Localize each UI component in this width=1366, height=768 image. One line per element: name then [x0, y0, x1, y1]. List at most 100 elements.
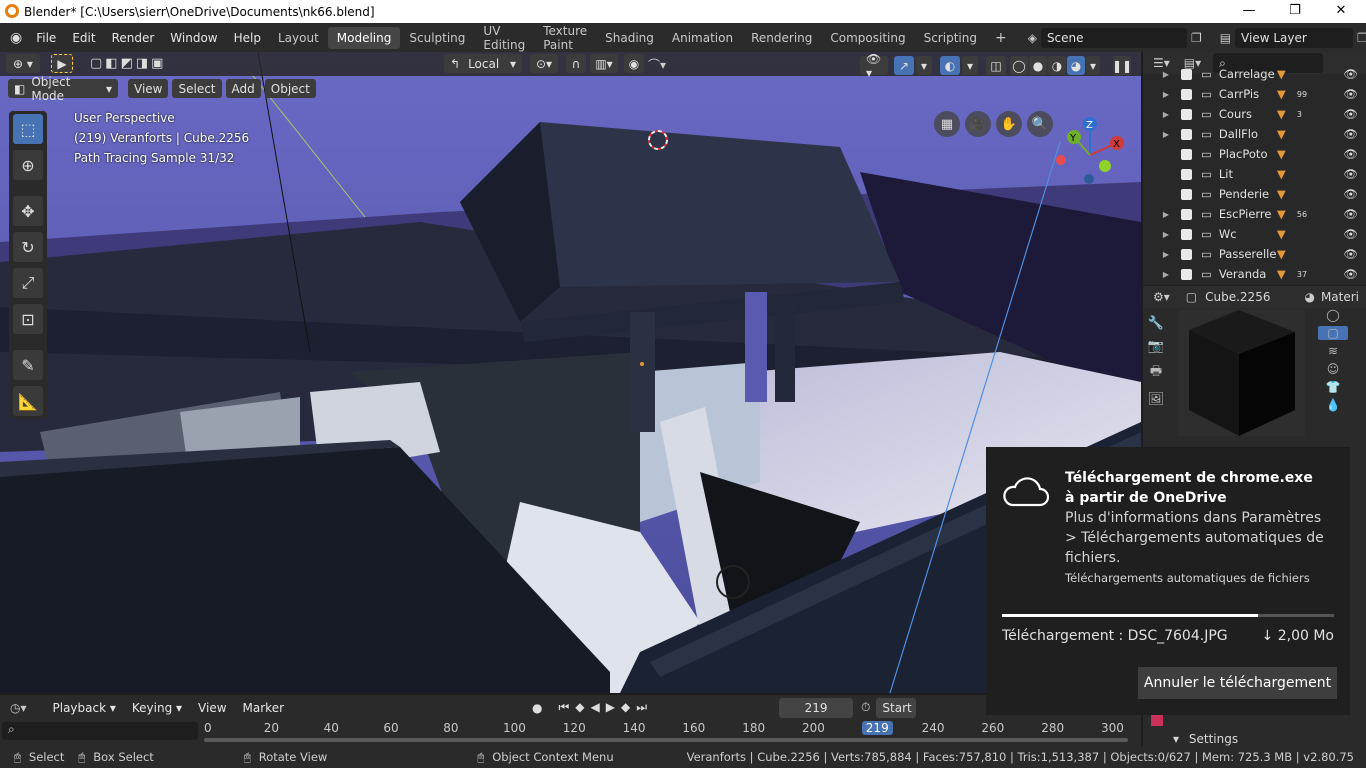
visibility-eye-icon[interactable]: 👁	[1343, 207, 1358, 221]
keying-menu[interactable]: Keying ▾	[124, 701, 190, 715]
output-tab-icon[interactable]: 🖶	[1150, 362, 1162, 384]
object-menu[interactable]: Object	[264, 79, 316, 98]
exclude-checkbox[interactable]	[1181, 188, 1192, 200]
menu-edit[interactable]: Edit	[64, 31, 103, 45]
stopwatch-icon[interactable]: ⏱	[861, 700, 870, 715]
timeline-scrollbar[interactable]	[204, 738, 1128, 742]
close-button[interactable]: ✕	[1318, 0, 1364, 23]
exclude-checkbox[interactable]	[1181, 208, 1192, 220]
object-mode-dropdown[interactable]: ◧ Object Mode ▾	[8, 75, 118, 103]
visibility-eye-icon[interactable]: 👁	[1343, 167, 1358, 181]
tab-scripting[interactable]: Scripting	[915, 27, 986, 49]
sphere-preview-icon[interactable]: ◯	[1326, 308, 1339, 322]
outliner-row[interactable]: ▶ ▭ Veranda ▼ 37 👁	[1143, 264, 1366, 284]
transform-orientation-dropdown[interactable]: ↰ Local ▾	[444, 54, 522, 73]
exclude-checkbox[interactable]	[1181, 68, 1192, 80]
start-frame-field[interactable]: Start	[876, 697, 917, 718]
tool-tab-icon[interactable]: 🔧	[1148, 316, 1164, 331]
outliner-row[interactable]: ▭ PlacPoto ▼ 👁	[1143, 144, 1366, 164]
snap-element-dropdown[interactable]: ▥▾	[590, 54, 618, 73]
shading-dropdown[interactable]: ▾	[1086, 56, 1100, 75]
visibility-eye-icon[interactable]: 👁	[1343, 127, 1358, 141]
outliner-row[interactable]: ▭ Penderie ▼ 👁	[1143, 184, 1366, 204]
view-menu[interactable]: View	[190, 701, 234, 715]
restore-button[interactable]: ❐	[1272, 0, 1318, 23]
visibility-eye-icon[interactable]: 👁	[1343, 267, 1358, 281]
menu-render[interactable]: Render	[104, 31, 163, 45]
selection-mode-icons[interactable]: ▢◧◩◨▣	[90, 56, 166, 71]
tab-layout[interactable]: Layout	[269, 27, 328, 49]
outliner-row[interactable]: ▭ Lit ▼ 👁	[1143, 164, 1366, 184]
hair-preview-icon[interactable]: ≋	[1328, 344, 1338, 358]
new-scene-icon[interactable]: ❐	[1191, 31, 1202, 45]
xray-toggle[interactable]: ◫	[986, 56, 1006, 75]
rendered-shading-icon[interactable]: ◕	[1067, 56, 1085, 75]
timeline-ruler[interactable]: 0 20 40 60 80 100 120 140 160 180 200 219 240 260 280 3…	[200, 721, 1141, 746]
editor-type-icon[interactable]: ⚙▾	[1153, 290, 1170, 304]
cube-preview-icon[interactable]: ▢	[1318, 326, 1348, 340]
axis-gizmo-icon[interactable]: Z X Y	[1050, 115, 1136, 195]
playback-menu[interactable]: Playback ▾	[45, 701, 124, 715]
outliner-row[interactable]: ▶ ▭ Cours ▼ 3 👁	[1143, 104, 1366, 124]
gizmo-toggle[interactable]: ↗	[894, 56, 914, 75]
tab-animation[interactable]: Animation	[663, 27, 742, 49]
view-menu[interactable]: View	[128, 79, 169, 98]
fluid-preview-icon[interactable]: 💧	[1326, 398, 1341, 412]
exclude-checkbox[interactable]	[1181, 88, 1192, 100]
visibility-eye-icon[interactable]: 👁	[1343, 247, 1358, 261]
tab-shading[interactable]: Shading	[596, 27, 663, 49]
render-tab-icon[interactable]: 📷	[1148, 339, 1164, 354]
material-tab-label[interactable]: Materi	[1321, 290, 1359, 304]
expand-arrow-icon[interactable]: ▶	[1143, 250, 1169, 259]
editor-type-icon[interactable]: ◷▾	[10, 701, 27, 715]
editor-type-button[interactable]: ⊕ ▾	[6, 54, 40, 73]
menu-file[interactable]: File	[28, 31, 64, 45]
download-toast[interactable]: Téléchargement de chrome.exe à partir de…	[986, 447, 1350, 715]
zoom-view-icon[interactable]: 🔍	[1027, 111, 1053, 137]
exclude-checkbox[interactable]	[1181, 228, 1192, 240]
current-frame-field[interactable]: 219	[779, 697, 854, 718]
select-menu[interactable]: Select	[172, 79, 222, 98]
viewport-gizmo-toggle[interactable]: 👁▾	[860, 52, 888, 80]
cloth-preview-icon[interactable]: 👕	[1326, 380, 1341, 394]
measure-tool-icon[interactable]: 📐	[13, 386, 43, 416]
timeline-search[interactable]: ⌕	[2, 722, 198, 740]
viewport-3d[interactable]	[0, 52, 1141, 693]
scale-tool-icon[interactable]: ⤢	[13, 268, 43, 298]
outliner-row[interactable]: ▶ ▭ Passerelle ▼ 👁	[1143, 244, 1366, 264]
tab-compositing[interactable]: Compositing	[821, 27, 914, 49]
wireframe-shading-icon[interactable]: ◯	[1010, 56, 1028, 75]
snap-toggle[interactable]: ∩	[566, 54, 586, 73]
expand-arrow-icon[interactable]: ▶	[1143, 110, 1169, 119]
camera-view-icon[interactable]: 🎥	[965, 111, 991, 137]
shading-modes[interactable]: ◯ ● ◑ ◕ ▾	[1010, 56, 1100, 75]
blender-menu-icon[interactable]: ◉	[10, 30, 22, 46]
settings-panel-header[interactable]: ▾ Settings	[1173, 732, 1366, 746]
add-menu[interactable]: Add	[225, 79, 261, 98]
pivot-dropdown[interactable]: ⊙▾	[530, 54, 558, 73]
cancel-download-button[interactable]: Annuler le téléchargement	[1138, 667, 1337, 699]
outliner-row[interactable]: ▶ ▭ Wc ▼ 👁	[1143, 224, 1366, 244]
scene-field[interactable]: Scene	[1040, 27, 1187, 48]
tab-modeling[interactable]: Modeling	[327, 26, 401, 49]
gizmo-dropdown[interactable]: ▾	[916, 56, 932, 75]
outliner-row[interactable]: ▶ ▭ EscPierre ▼ 56 👁	[1143, 204, 1366, 224]
expand-arrow-icon[interactable]: ▶	[1143, 210, 1169, 219]
view-layer-field[interactable]: View Layer	[1235, 27, 1354, 48]
visibility-eye-icon[interactable]: 👁	[1343, 187, 1358, 201]
visibility-eye-icon[interactable]: 👁	[1343, 107, 1358, 121]
tab-uv-editing[interactable]: UV Editing	[474, 20, 534, 56]
exclude-checkbox[interactable]	[1181, 108, 1192, 120]
solid-shading-icon[interactable]: ●	[1029, 56, 1047, 75]
marker-menu[interactable]: Marker	[235, 701, 292, 715]
expand-arrow-icon[interactable]: ▶	[1143, 230, 1169, 239]
add-workspace-icon[interactable]: +	[986, 26, 1016, 50]
rotate-tool-icon[interactable]: ↻	[13, 232, 43, 262]
grid-view-icon[interactable]: ▦	[934, 111, 960, 137]
view-layer-tab-icon[interactable]: 🖼	[1148, 392, 1165, 407]
select-box-tool-icon[interactable]: ⬚	[13, 114, 43, 144]
minimize-button[interactable]: —	[1226, 0, 1272, 23]
material-shading-icon[interactable]: ◑	[1048, 56, 1066, 75]
menu-window[interactable]: Window	[162, 31, 225, 45]
scene-selector[interactable]: ◈ Scene ❐	[1028, 27, 1202, 48]
